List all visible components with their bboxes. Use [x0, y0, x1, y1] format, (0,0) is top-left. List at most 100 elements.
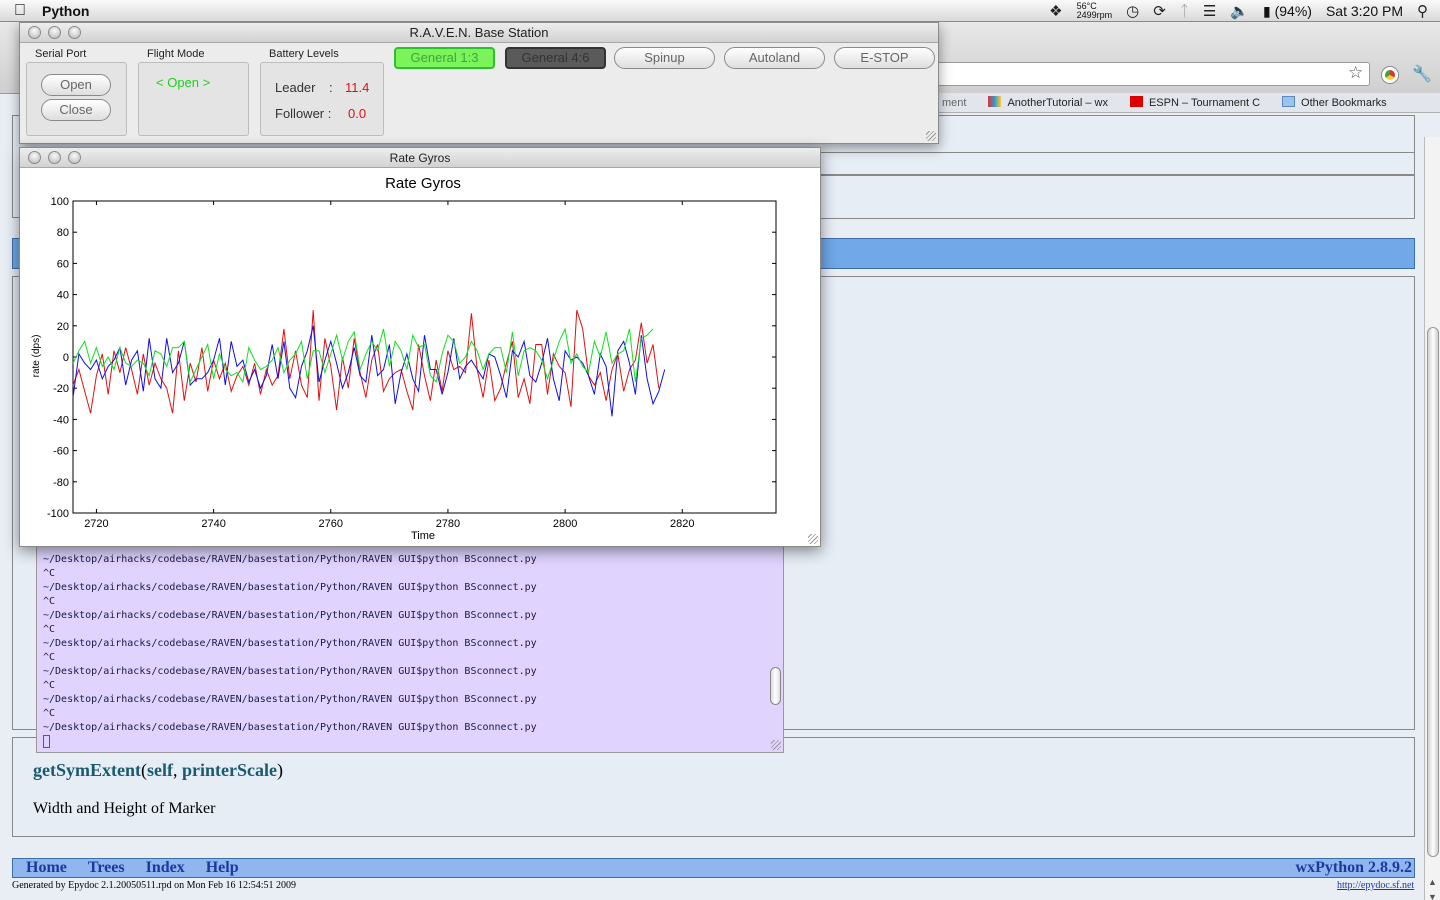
chrome-extension-icon[interactable] [1382, 67, 1398, 83]
raven-titlebar[interactable]: R.A.V.E.N. Base Station [20, 23, 938, 43]
leader-separator: : [329, 80, 333, 95]
battery-icon: ▮ [1262, 2, 1271, 19]
battery-status[interactable]: ▮ (94%) [1263, 3, 1312, 20]
flight-mode-label: Flight Mode [147, 48, 205, 60]
param-separator: , [172, 760, 182, 780]
terminal-scrollbar[interactable] [769, 659, 783, 747]
bookmark-label: AnotherTutorial – wx [1007, 97, 1108, 109]
time-machine-icon[interactable]: ◷ [1126, 2, 1139, 20]
epydoc-link[interactable]: http://epydoc.sf.net [1337, 880, 1414, 891]
apple-menu-icon[interactable]:  [0, 2, 40, 20]
nav-version: wxPython 2.8.9.2 [1295, 859, 1412, 876]
puzzle-icon [988, 96, 1002, 107]
app-menu-python[interactable]: Python [42, 3, 89, 19]
minimize-window-icon[interactable] [48, 151, 61, 164]
gyro-series-line-1 [72, 325, 666, 417]
zoom-window-icon[interactable] [68, 151, 81, 164]
address-bar[interactable] [925, 62, 1370, 86]
y-tick-label: 0 [63, 352, 69, 364]
close-window-icon[interactable] [28, 26, 41, 39]
resize-grip-icon[interactable] [926, 131, 936, 141]
wrench-menu-icon[interactable]: 🔧 [1412, 64, 1432, 84]
bookmark-item[interactable]: Other Bookmarks [1282, 96, 1387, 109]
open-port-button[interactable]: Open [41, 74, 111, 96]
y-tick-label: 60 [57, 258, 69, 270]
general-4-6-button[interactable]: General 4:6 [505, 47, 606, 69]
x-tick-label: 2800 [553, 518, 577, 530]
y-tick-label: -20 [53, 383, 69, 395]
follower-label: Follower : [275, 106, 332, 121]
doc-table-row [800, 175, 1415, 219]
bookmark-item[interactable]: AnotherTutorial – wx [988, 96, 1108, 109]
window-controls [28, 151, 81, 164]
sync-icon[interactable]: ⟳ [1153, 2, 1166, 20]
scroll-down-arrow-icon[interactable]: ▼ [1428, 892, 1437, 900]
doc-navbar: Home Trees Index Help wxPython 2.8.9.2 [12, 858, 1415, 878]
estop-button[interactable]: E-STOP [834, 47, 935, 69]
menu-bar:  Python ❖ 56°C 2499rpm ◷ ⟳ ᛏ ☰ 🔈 ▮ (94%… [0, 0, 1440, 22]
x-tick-label: 2820 [670, 518, 694, 530]
window-controls [28, 26, 81, 39]
terminal-scroll-thumb[interactable] [770, 667, 781, 705]
serial-port-label: Serial Port [35, 48, 87, 60]
scroll-up-arrow-icon[interactable]: ▲ [1428, 877, 1437, 887]
chart-title: Rate Gyros [385, 175, 461, 192]
nav-index[interactable]: Index [146, 859, 185, 877]
clock[interactable]: Sat 3:20 PM [1326, 3, 1403, 19]
zoom-window-icon[interactable] [68, 26, 81, 39]
nav-help[interactable]: Help [206, 859, 239, 877]
param-self: self [146, 760, 173, 780]
temperature-readout[interactable]: 56°C 2499rpm [1077, 2, 1113, 20]
bookmark-item[interactable]: ESPN – Tournament C [1129, 96, 1260, 109]
plot-area-frame [72, 200, 777, 514]
y-tick-label: 40 [57, 290, 69, 302]
rate-gyros-chart: Rate Gyros Time rate (dps) 100 80 60 40 20 0 -… [31, 175, 777, 542]
method-description: Width and Height of Marker [33, 800, 216, 817]
general-1-3-button[interactable]: General 1:3 [394, 47, 495, 69]
flight-mode-value: < Open > [156, 75, 211, 90]
y-tick-label: 20 [57, 321, 69, 333]
rate-gyros-window: Rate Gyros Rate Gyros Time rate (dps) 10… [19, 147, 821, 547]
browser-scrollbar[interactable]: ▲ ▼ [1424, 137, 1440, 900]
raven-base-station-window: R.A.V.E.N. Base Station Serial Port Open… [19, 22, 939, 144]
bookmark-item[interactable]: ment [942, 97, 966, 109]
y-tick-label: -60 [53, 446, 69, 458]
y-tick-label: 80 [57, 227, 69, 239]
generated-footer: Generated by Epydoc 2.1.20050511.rpd on … [12, 880, 297, 891]
dropbox-icon[interactable]: ❖ [1049, 2, 1062, 20]
method-signature: getSymExtent(self, printerScale) [33, 760, 283, 781]
flight-mode-group [138, 62, 249, 136]
scroll-thumb[interactable] [1427, 327, 1439, 857]
folder-icon [1282, 96, 1296, 107]
close-window-icon[interactable] [28, 151, 41, 164]
bookmark-star-icon[interactable]: ☆ [1348, 63, 1363, 83]
gyros-titlebar[interactable]: Rate Gyros [20, 148, 820, 168]
raven-title: R.A.V.E.N. Base Station [409, 25, 549, 40]
close-port-button[interactable]: Close [41, 99, 111, 121]
battery-percent: (94%) [1274, 2, 1312, 19]
spotlight-search-icon[interactable]: ⚲ [1417, 2, 1428, 20]
gyro-series-line-2 [72, 327, 654, 384]
x-tick-label: 2760 [319, 518, 343, 530]
paren-close: ) [276, 760, 283, 780]
menu-extras: ❖ 56°C 2499rpm ◷ ⟳ ᛏ ☰ 🔈 ▮ (94%) Sat 3:2… [1049, 0, 1440, 22]
method-name[interactable]: getSymExtent [33, 760, 141, 780]
autoland-button[interactable]: Autoland [724, 47, 825, 69]
minimize-window-icon[interactable] [48, 26, 61, 39]
leader-battery-value: 11.4 [345, 80, 370, 95]
resize-grip-icon[interactable] [808, 534, 818, 544]
x-axis-label: Time [411, 530, 435, 542]
volume-icon[interactable]: 🔈 [1230, 2, 1249, 20]
gyros-window-title: Rate Gyros [389, 151, 451, 165]
resize-grip-icon[interactable] [771, 740, 781, 750]
y-axis-label: rate (dps) [31, 335, 42, 378]
battery-levels-group [260, 62, 384, 136]
bluetooth-icon[interactable]: ᛏ [1180, 3, 1189, 20]
nav-trees[interactable]: Trees [88, 859, 125, 877]
terminal-window[interactable]: ~/Desktop/airhacks/codebase/RAVEN/basest… [36, 540, 784, 753]
spinup-button[interactable]: Spinup [614, 47, 715, 69]
wifi-icon[interactable]: ☰ [1203, 2, 1216, 20]
y-tick-label: -40 [53, 414, 69, 426]
espn-icon [1129, 96, 1143, 107]
nav-home[interactable]: Home [26, 859, 67, 877]
